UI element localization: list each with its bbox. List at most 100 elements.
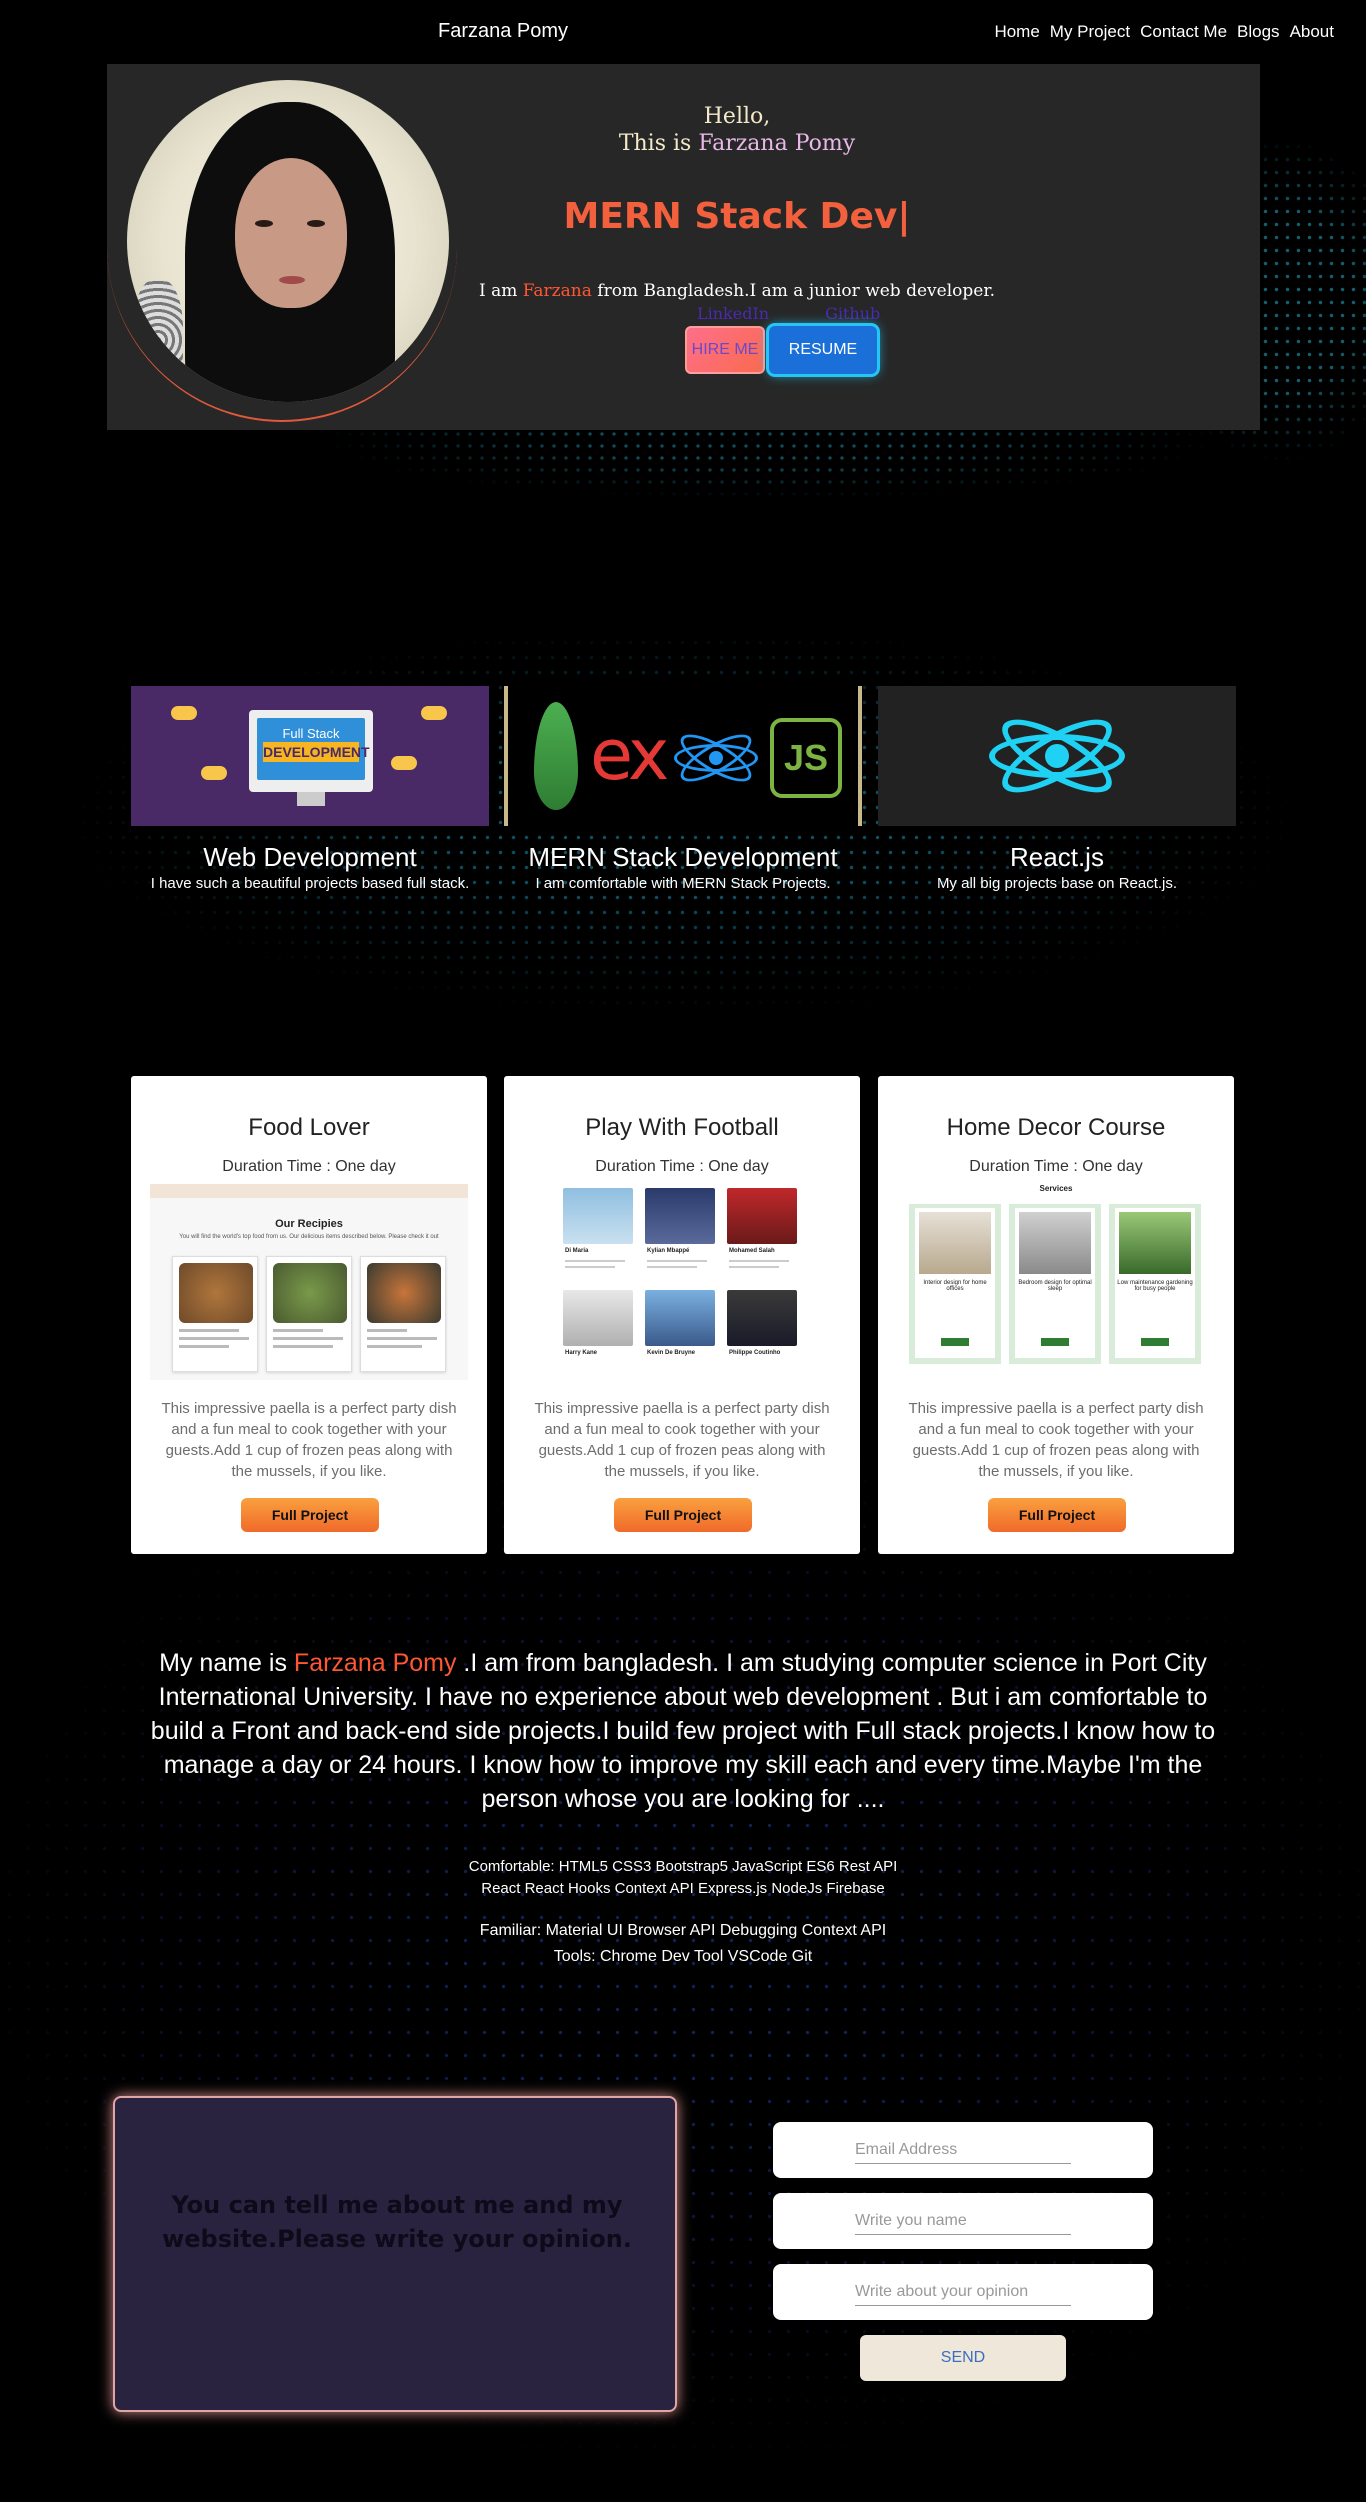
- project-card-food-lover: Food Lover Duration Time : One day Our R…: [131, 1076, 487, 1554]
- text-line: [729, 1266, 779, 1268]
- intro-text: I am Farzana from Bangladesh.I am a juni…: [407, 281, 1067, 301]
- dish-photo: [179, 1263, 253, 1323]
- project-screenshot: Our Recipies You will find the world's t…: [150, 1184, 468, 1380]
- decor-item-title: Bedroom design for optimal sleep: [1018, 1280, 1092, 1292]
- banner-full-stack: Full Stack: [282, 726, 340, 741]
- player-photo: [563, 1188, 633, 1244]
- avatar-eye: [255, 220, 273, 227]
- player-photo: [645, 1188, 715, 1244]
- opinion-input[interactable]: [855, 2278, 1071, 2306]
- role-typewriter: MERN Stack Dev|: [563, 196, 911, 237]
- service-desc: My all big projects base on React.js.: [936, 875, 1178, 892]
- nav-my-project[interactable]: My Project: [1050, 22, 1130, 42]
- player-card: Philippe Coutinho: [725, 1288, 799, 1380]
- decor-item-button: [1041, 1338, 1069, 1346]
- text-line: [179, 1329, 239, 1332]
- react-illustration: [878, 686, 1236, 826]
- decor-photo: [1119, 1212, 1191, 1274]
- text-line: [367, 1345, 422, 1348]
- screenshot-subtitle: You will find the world's top food from …: [179, 1234, 439, 1240]
- name-input[interactable]: [855, 2207, 1071, 2235]
- text-line: [565, 1260, 625, 1262]
- full-project-button[interactable]: Full Project: [241, 1498, 379, 1532]
- player-card: Kylian Mbappé: [643, 1186, 717, 1278]
- avatar-background-pattern: [133, 280, 183, 400]
- cloud-icon: [201, 766, 227, 780]
- service-desc: I have such a beautiful projects based f…: [150, 875, 470, 892]
- banner-development: DEVELOPMENT: [263, 742, 370, 762]
- nav-blogs[interactable]: Blogs: [1237, 22, 1280, 42]
- text-line: [647, 1266, 697, 1268]
- skills-familiar: Familiar: Material UI Browser API Debugg…: [479, 1922, 887, 1939]
- email-input[interactable]: [855, 2136, 1071, 2164]
- project-description: This impressive paella is a perfect part…: [908, 1400, 1204, 1480]
- monitor-stand: [297, 792, 325, 806]
- skills-comfortable-line2: React React Hooks Context API Express.js…: [481, 1880, 885, 1897]
- full-project-button[interactable]: Full Project: [614, 1498, 752, 1532]
- project-card-football: Play With Football Duration Time : One d…: [504, 1076, 860, 1554]
- dish-card: [360, 1256, 446, 1372]
- project-title: Play With Football: [585, 1114, 779, 1141]
- decor-photo: [1019, 1212, 1091, 1274]
- avatar: [127, 80, 449, 402]
- send-button[interactable]: SEND: [860, 2335, 1066, 2381]
- player-name: Philippe Coutinho: [729, 1350, 781, 1356]
- avatar-lips: [279, 276, 305, 284]
- project-card-home-decor: Home Decor Course Duration Time : One da…: [878, 1076, 1234, 1554]
- hero-section: Hello, This is Farzana Pomy MERN Stack D…: [107, 64, 1260, 430]
- nav-contact-me[interactable]: Contact Me: [1140, 22, 1227, 42]
- decor-item-title: Interior design for home offices: [923, 1280, 987, 1292]
- decor-photo: [919, 1212, 991, 1274]
- service-title: React.js: [1010, 842, 1104, 872]
- screenshot-title: Our Recipies: [275, 1218, 343, 1230]
- github-link[interactable]: Github: [825, 304, 880, 323]
- player-name: Kevin De Bruyne: [647, 1350, 696, 1356]
- linkedin-link[interactable]: LinkedIn: [697, 304, 769, 323]
- text-line: [647, 1260, 707, 1262]
- text-line: [729, 1260, 789, 1262]
- service-title: Web Development: [203, 842, 417, 872]
- project-screenshot: Services Interior design for home office…: [897, 1184, 1215, 1380]
- hello-name: Farzana Pomy: [698, 131, 856, 156]
- resume-button[interactable]: RESUME: [769, 326, 877, 374]
- service-desc: I am comfortable with MERN Stack Project…: [535, 875, 831, 892]
- name-field-wrapper: [773, 2193, 1153, 2249]
- email-field-wrapper: [773, 2122, 1153, 2178]
- social-links: LinkedIn Github: [697, 304, 880, 323]
- about-paragraph: My name is Farzana Pomy .I am from bangl…: [140, 1646, 1226, 1816]
- player-photo: [727, 1188, 797, 1244]
- hire-me-button[interactable]: HIRE ME: [685, 326, 765, 374]
- cloud-icon: [421, 706, 447, 720]
- opinion-field-wrapper: [773, 2264, 1153, 2320]
- player-card: Di Maria: [561, 1186, 635, 1278]
- service-title: MERN Stack Development: [528, 842, 838, 872]
- react-atom-icon: [674, 718, 758, 798]
- project-duration: Duration Time : One day: [595, 1158, 769, 1175]
- header-band: [150, 1184, 468, 1198]
- brand-name[interactable]: Farzana Pomy: [438, 20, 568, 43]
- decor-item-title: Low maintenance gardening for busy peopl…: [1117, 1280, 1193, 1292]
- decor-card: Interior design for home offices: [909, 1204, 1001, 1364]
- player-name: Harry Kane: [565, 1350, 598, 1356]
- text-line: [273, 1337, 343, 1340]
- nav-links: Home My Project Contact Me Blogs About: [994, 22, 1334, 42]
- project-screenshot: Di Maria Kylian Mbappé Mohamed Salah Har…: [523, 1184, 841, 1380]
- project-duration: Duration Time : One day: [969, 1158, 1143, 1175]
- atom-nucleus: [709, 751, 723, 765]
- dish-card: [172, 1256, 258, 1372]
- player-name: Di Maria: [565, 1248, 589, 1254]
- navbar: Farzana Pomy Home My Project Contact Me …: [0, 0, 1366, 62]
- text-line: [367, 1329, 407, 1332]
- player-photo: [645, 1290, 715, 1346]
- screenshot-title: Services: [1039, 1184, 1073, 1193]
- opinion-prompt-box: You can tell me about me and my website.…: [113, 2096, 677, 2412]
- player-name: Mohamed Salah: [729, 1248, 775, 1254]
- intro-prefix: I am: [479, 281, 523, 301]
- atom-nucleus: [1045, 744, 1069, 768]
- web-development-illustration: Full Stack DEVELOPMENT: [131, 686, 489, 826]
- nav-about[interactable]: About: [1290, 22, 1334, 42]
- full-project-button[interactable]: Full Project: [988, 1498, 1126, 1532]
- nav-home[interactable]: Home: [994, 22, 1039, 42]
- player-photo: [727, 1290, 797, 1346]
- hello-prefix: This is: [618, 131, 699, 156]
